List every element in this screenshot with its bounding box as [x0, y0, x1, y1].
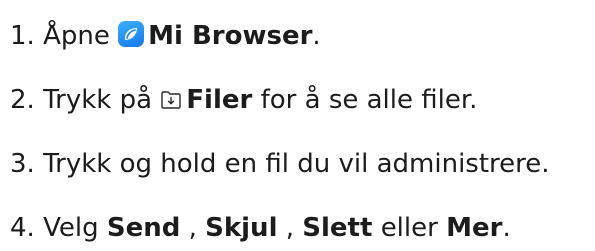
option-send: Send — [106, 213, 181, 243]
step-1-number: 1. — [10, 21, 35, 51]
separator-1: , — [188, 213, 197, 243]
step-4: 4. Velg Send , Skjul , Slett eller Mer. — [10, 208, 511, 248]
step-2-prefix: Trykk på — [43, 85, 153, 115]
step-2-number: 2. — [10, 85, 35, 115]
step-4-suffix: . — [502, 213, 511, 243]
instruction-steps: 1. Åpne Mi Browser. 2. Trykk på Filer fo… — [10, 0, 595, 251]
step-1-prefix: Åpne — [43, 21, 110, 51]
connector-eller: eller — [380, 213, 438, 243]
step-1: 1. Åpne Mi Browser. — [10, 16, 321, 56]
button-name-filer: Filer — [186, 85, 253, 115]
step-3: 3. Trykk og hold en fil du vil administr… — [10, 144, 550, 184]
app-name-mi-browser: Mi Browser — [148, 21, 313, 51]
step-4-number: 4. — [10, 213, 35, 243]
option-mer: Mer — [446, 213, 503, 243]
mi-browser-icon — [118, 21, 145, 47]
files-folder-icon — [160, 90, 182, 110]
option-slett: Slett — [302, 213, 373, 243]
step-1-suffix: . — [312, 21, 321, 51]
step-2-suffix: for å se alle filer. — [260, 85, 478, 115]
option-skjul: Skjul — [205, 213, 278, 243]
step-3-number: 3. — [10, 149, 35, 179]
step-2: 2. Trykk på Filer for å se alle filer. — [10, 80, 477, 120]
step-4-prefix: Velg — [43, 213, 99, 243]
separator-2: , — [285, 213, 295, 243]
step-3-text: Trykk og hold en fil du vil administrere… — [43, 149, 550, 179]
